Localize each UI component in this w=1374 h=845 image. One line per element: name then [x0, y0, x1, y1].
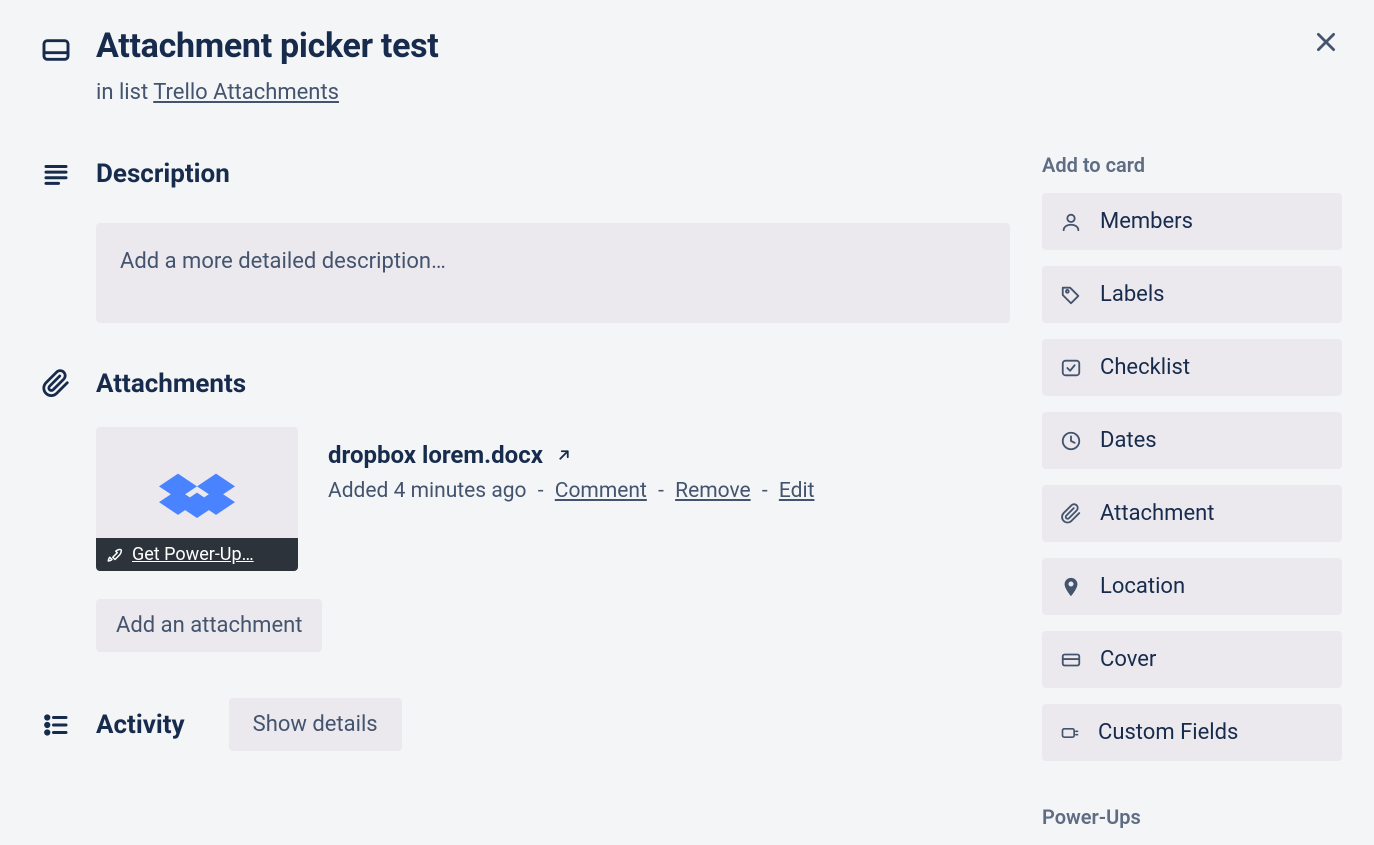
close-icon	[1313, 29, 1339, 55]
sidebar-section-powerups: Power-Ups	[1042, 805, 1342, 829]
activity-icon	[41, 710, 71, 740]
activity-heading: Activity	[96, 710, 185, 740]
close-button[interactable]	[1310, 26, 1342, 58]
sidebar-custom-fields-button[interactable]: Custom Fields	[1042, 704, 1342, 761]
attachment-edit-link[interactable]: Edit	[779, 479, 815, 503]
sidebar-dates-button[interactable]: Dates	[1042, 412, 1342, 469]
clock-icon	[1060, 430, 1082, 452]
description-heading: Description	[96, 159, 230, 189]
custom-fields-icon	[1060, 723, 1080, 743]
paperclip-icon	[1060, 503, 1082, 525]
card-list-location: in list Trello Attachments	[96, 80, 439, 105]
card-sidebar: Add to card Members Labels Checklist Dat…	[1042, 153, 1342, 845]
attachment-filename[interactable]: dropbox lorem.docx	[328, 441, 543, 469]
sidebar-cover-button[interactable]: Cover	[1042, 631, 1342, 688]
attachment-thumbnail[interactable]: Get Power-Up…	[96, 427, 298, 571]
tag-icon	[1060, 284, 1082, 306]
description-icon	[41, 159, 71, 189]
dropbox-icon	[159, 471, 235, 527]
person-icon	[1060, 211, 1082, 233]
card-modal: Attachment picker test in list Trello At…	[0, 0, 1374, 845]
attachment-remove-link[interactable]: Remove	[675, 479, 751, 503]
sidebar-members-button[interactable]: Members	[1042, 193, 1342, 250]
list-link[interactable]: Trello Attachments	[153, 80, 339, 105]
location-icon	[1060, 576, 1082, 598]
card-icon	[40, 34, 72, 66]
activity-section: Activity Show details	[38, 698, 1010, 751]
attachments-heading: Attachments	[96, 369, 246, 399]
rocket-icon	[106, 546, 124, 564]
sidebar-location-button[interactable]: Location	[1042, 558, 1342, 615]
cover-icon	[1060, 649, 1082, 671]
card-header: Attachment picker test in list Trello At…	[38, 26, 1342, 105]
sidebar-section-add: Add to card	[1042, 153, 1342, 177]
add-attachment-button[interactable]: Add an attachment	[96, 599, 322, 652]
sidebar-attachment-button[interactable]: Attachment	[1042, 485, 1342, 542]
attachment-icon	[41, 369, 71, 399]
description-input[interactable]: Add a more detailed description…	[96, 223, 1010, 323]
attachment-comment-link[interactable]: Comment	[555, 479, 647, 503]
sidebar-labels-button[interactable]: Labels	[1042, 266, 1342, 323]
attachment-item: Get Power-Up… dropbox lorem.docx Added 4…	[96, 427, 1010, 571]
attachment-meta-line: Added 4 minutes ago - Comment - Remove -…	[328, 479, 814, 503]
card-title[interactable]: Attachment picker test	[96, 26, 439, 66]
show-details-button[interactable]: Show details	[229, 698, 402, 751]
description-section: Description Add a more detailed descript…	[38, 159, 1010, 323]
external-link-icon	[555, 446, 573, 464]
attachments-section: Attachments	[38, 369, 1010, 652]
checklist-icon	[1060, 357, 1082, 379]
get-powerup-badge[interactable]: Get Power-Up…	[96, 538, 298, 571]
sidebar-checklist-button[interactable]: Checklist	[1042, 339, 1342, 396]
